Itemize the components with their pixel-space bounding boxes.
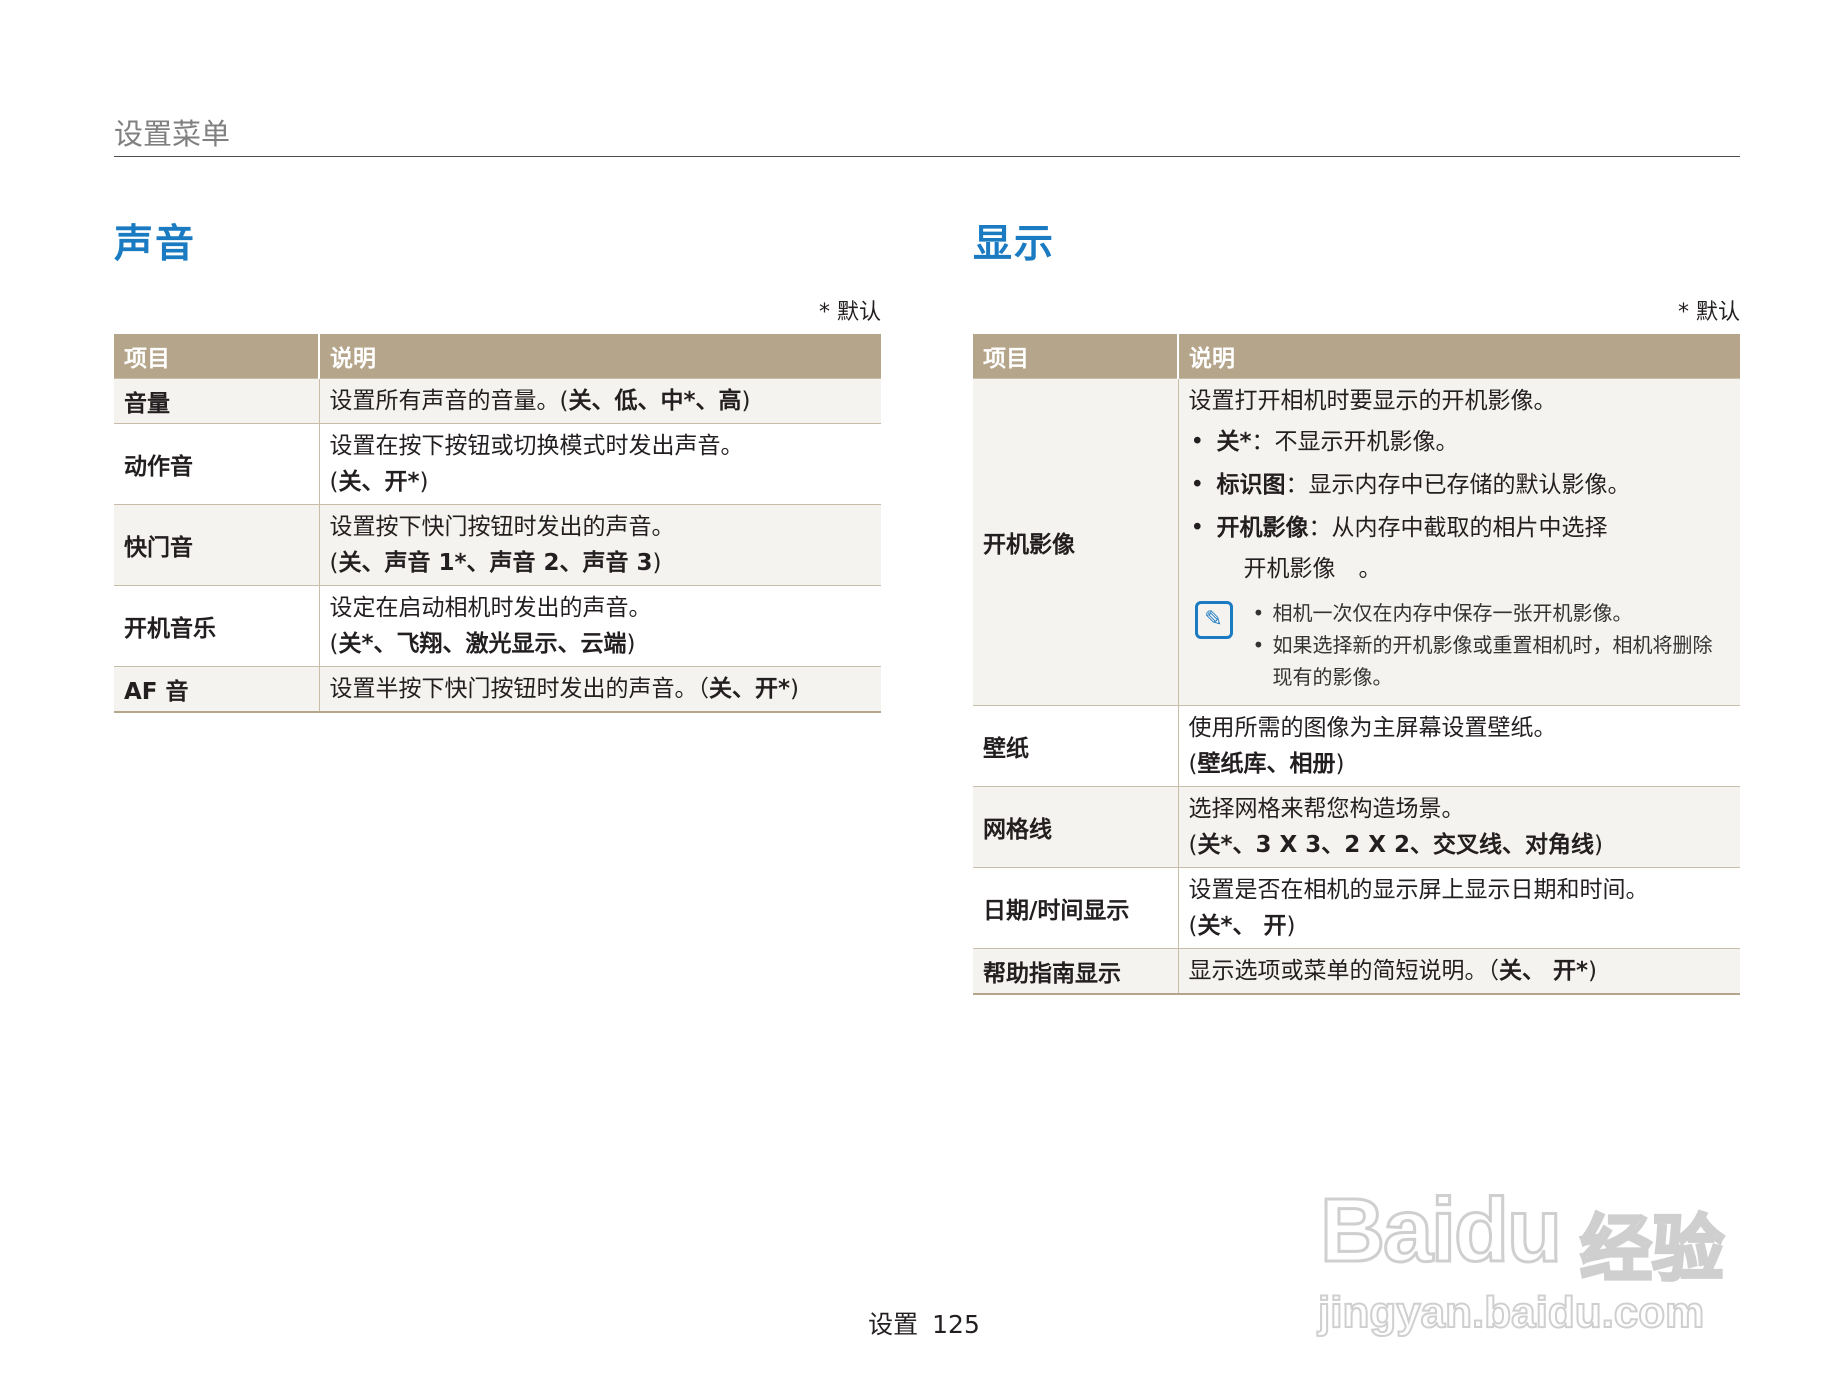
- sound-title: 声音: [114, 222, 197, 267]
- col-item-header: 项目: [973, 334, 1178, 379]
- watermark-cn: 经验: [1578, 1206, 1725, 1293]
- display-section: 显示 * 默认 项目 说明 开机影像 设置打开相机时要显示的开机影像。 关*：不…: [973, 220, 1740, 995]
- page-header: 设置菜单: [114, 118, 1740, 157]
- list-item: 关*：不显示开机影像。: [1189, 422, 1731, 462]
- table-row: 动作音 设置在按下按钮或切换模式时发出声音。 (关、开*): [114, 423, 881, 505]
- row-item: 开机影像: [973, 378, 1178, 706]
- list-item: 相机一次仅在内存中保存一张开机影像。: [1251, 597, 1731, 629]
- row-item: 帮助指南显示: [973, 948, 1178, 995]
- note-pencil-icon: ✎: [1194, 601, 1233, 639]
- sound-table: 项目 说明 音量 设置所有声音的音量。(关、低、中*、高) 动作音 设置在按下按…: [114, 334, 881, 713]
- row-item: 开机音乐: [114, 585, 319, 667]
- row-item: 网格线: [973, 786, 1178, 868]
- watermark-url: jingyan.baidu.com: [1317, 1287, 1705, 1338]
- table-row: 音量 设置所有声音的音量。(关、低、中*、高): [114, 378, 881, 424]
- list-item: 如果选择新的开机影像或重置相机时，相机将删除现有的影像。: [1251, 629, 1731, 693]
- table-header: 项目 说明: [973, 334, 1740, 379]
- display-title: 显示: [973, 222, 1056, 267]
- row-desc: 使用所需的图像为主屏幕设置壁纸。 (壁纸库、相册): [1177, 705, 1740, 787]
- row-desc: 设定在启动相机时发出的声音。 (关*、飞翔、激光显示、云端): [318, 585, 881, 667]
- table-row: 开机音乐 设定在启动相机时发出的声音。 (关*、飞翔、激光显示、云端): [114, 585, 881, 667]
- row-desc: 设置所有声音的音量。(关、低、中*、高): [318, 378, 881, 424]
- display-table: 项目 说明 开机影像 设置打开相机时要显示的开机影像。 关*：不显示开机影像。 …: [973, 334, 1740, 995]
- table-row: 壁纸 使用所需的图像为主屏幕设置壁纸。 (壁纸库、相册): [973, 705, 1740, 787]
- row-item: 动作音: [114, 423, 319, 505]
- list-item: 标识图：显示内存中已存储的默认影像。: [1189, 465, 1731, 505]
- table-row: 网格线 选择网格来帮您构造场景。 (关*、3 X 3、2 X 2、交叉线、对角线): [973, 786, 1740, 868]
- page-header-title: 设置菜单: [114, 117, 231, 151]
- row-item: 快门音: [114, 504, 319, 586]
- col-desc-header: 说明: [318, 334, 881, 379]
- note-box: ✎ 相机一次仅在内存中保存一张开机影像。 如果选择新的开机影像或重置相机时，相机…: [1189, 597, 1731, 693]
- col-desc-header: 说明: [1177, 334, 1740, 379]
- page-number: 125: [932, 1310, 980, 1339]
- row-desc: 设置按下快门按钮时发出的声音。 (关、声音 1*、声音 2、声音 3): [318, 504, 881, 586]
- list-item: 开机影像：从内存中截取的相片中选择: [1189, 508, 1731, 548]
- watermark-brand: Baidu: [1318, 1180, 1563, 1283]
- table-row: 日期/时间显示 设置是否在相机的显示屏上显示日期和时间。 (关*、 开): [973, 867, 1740, 949]
- row-item: 音量: [114, 378, 319, 424]
- startup-intro: 设置打开相机时要显示的开机影像。: [1188, 388, 1557, 414]
- table-row: AF 音 设置半按下快门按钮时发出的声音。（关、开*): [114, 666, 881, 713]
- row-desc: 显示选项或菜单的简短说明。（关、 开*): [1177, 948, 1740, 995]
- bullet-continuation: 开机影像 。: [1243, 556, 1382, 582]
- row-desc: 选择网格来帮您构造场景。 (关*、3 X 3、2 X 2、交叉线、对角线): [1177, 786, 1740, 868]
- default-note: * 默认: [1678, 300, 1740, 325]
- baidu-watermark: Baidu 经验 jingyan.baidu.com: [1310, 1120, 1750, 1340]
- row-desc: 设置半按下快门按钮时发出的声音。（关、开*): [318, 666, 881, 713]
- table-row: 开机影像 设置打开相机时要显示的开机影像。 关*：不显示开机影像。 标识图：显示…: [973, 378, 1740, 706]
- table-row: 帮助指南显示 显示选项或菜单的简短说明。（关、 开*): [973, 948, 1740, 995]
- sound-section: 声音 * 默认 项目 说明 音量 设置所有声音的音量。(关、低、中*、高) 动作…: [114, 220, 881, 713]
- row-desc: 设置在按下按钮或切换模式时发出声音。 (关、开*): [318, 423, 881, 505]
- row-item: AF 音: [114, 666, 319, 713]
- col-item-header: 项目: [114, 334, 319, 379]
- table-header: 项目 说明: [114, 334, 881, 379]
- footer-label: 设置: [868, 1310, 919, 1339]
- default-note: * 默认: [819, 300, 881, 325]
- row-desc: 设置是否在相机的显示屏上显示日期和时间。 (关*、 开): [1177, 867, 1740, 949]
- row-item: 壁纸: [973, 705, 1178, 787]
- startup-options: 关*：不显示开机影像。 标识图：显示内存中已存储的默认影像。 开机影像：从内存中…: [1189, 422, 1731, 548]
- note-list: 相机一次仅在内存中保存一张开机影像。 如果选择新的开机影像或重置相机时，相机将删…: [1251, 597, 1731, 693]
- row-desc: 设置打开相机时要显示的开机影像。 关*：不显示开机影像。 标识图：显示内存中已存…: [1177, 378, 1740, 706]
- table-row: 快门音 设置按下快门按钮时发出的声音。 (关、声音 1*、声音 2、声音 3): [114, 504, 881, 586]
- row-item: 日期/时间显示: [973, 867, 1178, 949]
